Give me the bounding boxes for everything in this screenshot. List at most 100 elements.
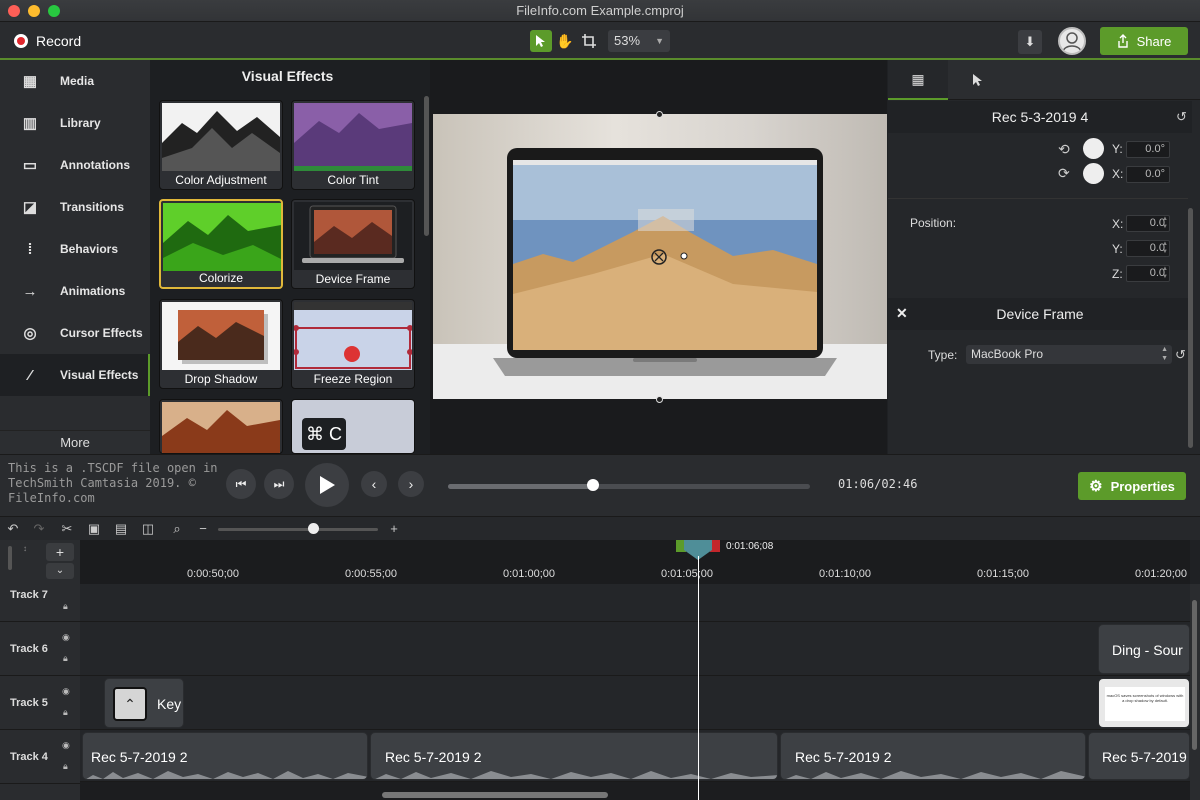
collapse-tracks-button[interactable]: ⌄ xyxy=(46,563,74,579)
pan-tool-button[interactable]: ✋ xyxy=(554,30,576,52)
sidebar-item-animations[interactable]: → Animations xyxy=(0,270,150,312)
lock-icon[interactable]: 🔒︎ xyxy=(63,761,68,772)
properties-scrollbar[interactable] xyxy=(1188,208,1193,448)
previous-marker-button[interactable]: ‹ xyxy=(361,471,387,497)
rotation-y-dial[interactable] xyxy=(1083,138,1104,159)
canvas-handle-bottom[interactable] xyxy=(656,396,663,403)
position-x-stepper[interactable]: ▲ ▼ xyxy=(1161,215,1169,232)
track-row-5[interactable]: ⌃ Key macOS saves screenshots of windows… xyxy=(80,676,1190,730)
share-button[interactable]: Share xyxy=(1100,27,1188,55)
timeline-zoom-knob[interactable] xyxy=(308,523,319,534)
playhead-time: 0:01:06;08 xyxy=(726,541,774,552)
timeline-vertical-scrollbar[interactable] xyxy=(1192,600,1197,750)
zoom-window-button[interactable] xyxy=(48,5,60,17)
effect-color-tint[interactable]: Color Tint xyxy=(291,100,415,190)
sidebar-item-behaviors[interactable]: ⁞ Behaviors xyxy=(0,228,150,270)
reset-icon[interactable]: ↺ xyxy=(1176,109,1187,125)
add-track-button[interactable]: + xyxy=(46,543,74,561)
track-header-6[interactable]: Track 6 ◉ 🔒︎ xyxy=(0,622,80,676)
timeline-ruler[interactable]: 0:01:06;08 0:00:50;00 0:00:55;00 0:01:00… xyxy=(80,540,1190,584)
track-header-5[interactable]: Track 5 ◉ 🔒︎ xyxy=(0,676,80,730)
track-row-6[interactable]: Ding - Sour xyxy=(80,622,1190,676)
keystroke-clip[interactable]: ⌃ Key xyxy=(104,678,184,728)
step-forward-button[interactable]: ⏭ xyxy=(264,469,294,499)
effects-scrollbar[interactable] xyxy=(424,96,429,236)
lock-icon[interactable]: 🔒︎ xyxy=(63,601,68,612)
properties-button[interactable]: ⚙ Properties xyxy=(1078,472,1186,500)
effect-device-frame[interactable]: Device Frame xyxy=(291,199,415,289)
device-type-select[interactable]: MacBook Pro ▲ ▼ xyxy=(966,345,1172,364)
download-button[interactable]: ⬇ xyxy=(1018,30,1042,54)
effect-color-adjustment[interactable]: Color Adjustment xyxy=(159,100,283,190)
step-back-button[interactable]: ⏮ xyxy=(226,469,256,499)
sidebar-item-label: Animations xyxy=(60,284,126,298)
scrubber-knob[interactable] xyxy=(586,479,599,491)
sidebar-item-media[interactable]: ▦ Media xyxy=(0,60,150,102)
select-tool-button[interactable] xyxy=(530,30,552,52)
redo-icon[interactable]: ↷ xyxy=(30,520,48,538)
rotation-x-dial[interactable] xyxy=(1083,163,1104,184)
track-header-7[interactable]: Track 7 🔒︎ xyxy=(0,584,80,622)
clip-title: Rec 5-3-2019 4 xyxy=(888,101,1192,133)
freeze-region-thumbnail xyxy=(294,302,412,370)
undo-icon[interactable]: ↶ xyxy=(4,520,22,538)
canvas-handle-top[interactable] xyxy=(656,111,663,118)
paste-icon[interactable]: ▤ xyxy=(112,520,130,538)
lock-icon[interactable]: 🔒︎ xyxy=(63,707,68,718)
lock-icon[interactable]: 🔒︎ xyxy=(63,653,68,664)
preview-canvas[interactable] xyxy=(433,114,887,399)
track-height-slider[interactable] xyxy=(8,546,12,570)
reset-type-icon[interactable]: ↺ xyxy=(1175,347,1186,363)
effect-drop-shadow[interactable]: Drop Shadow xyxy=(159,299,283,389)
tab-cursor-properties[interactable] xyxy=(948,60,1008,100)
position-z-stepper[interactable]: ▲ ▼ xyxy=(1161,265,1169,282)
sidebar-item-transitions[interactable]: ◪ Transitions xyxy=(0,186,150,228)
effect-keystroke[interactable]: ⌘ C xyxy=(291,399,415,454)
copy-icon[interactable]: ▣ xyxy=(85,520,103,538)
play-button[interactable] xyxy=(305,463,349,507)
track-row-7[interactable] xyxy=(80,584,1190,622)
rotation-y-field[interactable]: 0.0° xyxy=(1126,141,1170,158)
sidebar-item-visual-effects[interactable]: ⁄ Visual Effects xyxy=(0,354,150,396)
rotation-x-field[interactable]: 0.0° xyxy=(1126,166,1170,183)
timeline-zoom-slider[interactable] xyxy=(218,528,378,531)
video-clip[interactable]: Rec 5-7-2019 xyxy=(1088,732,1190,780)
timeline-horizontal-scrollbar[interactable] xyxy=(382,792,608,798)
eye-icon[interactable]: ◉ xyxy=(62,632,70,643)
sidebar-item-annotations[interactable]: ▭ Annotations xyxy=(0,144,150,186)
tab-visual-properties[interactable]: ▦ xyxy=(888,60,948,100)
callout-clip[interactable]: macOS saves screenshots of windows with … xyxy=(1098,678,1190,728)
video-clip[interactable]: Rec 5-7-2019 2 xyxy=(370,732,778,780)
remove-effect-icon[interactable]: ✕ xyxy=(896,305,908,322)
next-marker-button[interactable]: › xyxy=(398,471,424,497)
position-y-stepper[interactable]: ▲ ▼ xyxy=(1161,240,1169,257)
zoom-out-icon[interactable]: − xyxy=(194,520,212,538)
video-clip[interactable]: Rec 5-7-2019 2 xyxy=(780,732,1086,780)
effect-colorize[interactable]: Colorize xyxy=(159,199,283,289)
video-clip[interactable]: Rec 5-7-2019 2 xyxy=(82,732,368,780)
track-header-4[interactable]: Track 4 ◉ 🔒︎ xyxy=(0,730,80,784)
record-button[interactable]: Record xyxy=(14,30,81,52)
audio-clip-ding[interactable]: Ding - Sour xyxy=(1098,624,1190,674)
zoom-in-icon[interactable]: + xyxy=(385,520,403,538)
minimize-window-button[interactable] xyxy=(28,5,40,17)
play-icon xyxy=(320,476,335,494)
more-button[interactable]: More xyxy=(0,430,150,454)
sidebar-item-cursor-effects[interactable]: ◎ Cursor Effects xyxy=(0,312,150,354)
timeline-toolbar: ↶ ↷ ✂ ▣ ▤ ◫ ⌕ − + xyxy=(0,516,1200,540)
scissors-icon[interactable]: ✂ xyxy=(58,520,76,538)
animation-icon: → xyxy=(22,282,38,300)
effect-freeze-region[interactable]: Freeze Region xyxy=(291,299,415,389)
pos-z-label: Z: xyxy=(1112,267,1123,281)
track-row-4[interactable]: Rec 5-7-2019 2 Rec 5-7-2019 2 Rec 5-7-20… xyxy=(80,730,1190,782)
crop-tool-button[interactable] xyxy=(578,30,600,52)
search-icon[interactable]: ⌕ xyxy=(168,520,186,538)
zoom-select[interactable]: 53% ▼ xyxy=(608,30,670,52)
avatar[interactable] xyxy=(1058,27,1086,55)
effect-tile-7[interactable] xyxy=(159,399,283,454)
split-icon[interactable]: ◫ xyxy=(139,520,157,538)
sidebar-item-library[interactable]: ▥ Library xyxy=(0,102,150,144)
eye-icon[interactable]: ◉ xyxy=(62,740,70,751)
eye-icon[interactable]: ◉ xyxy=(62,686,70,697)
close-window-button[interactable] xyxy=(8,5,20,17)
